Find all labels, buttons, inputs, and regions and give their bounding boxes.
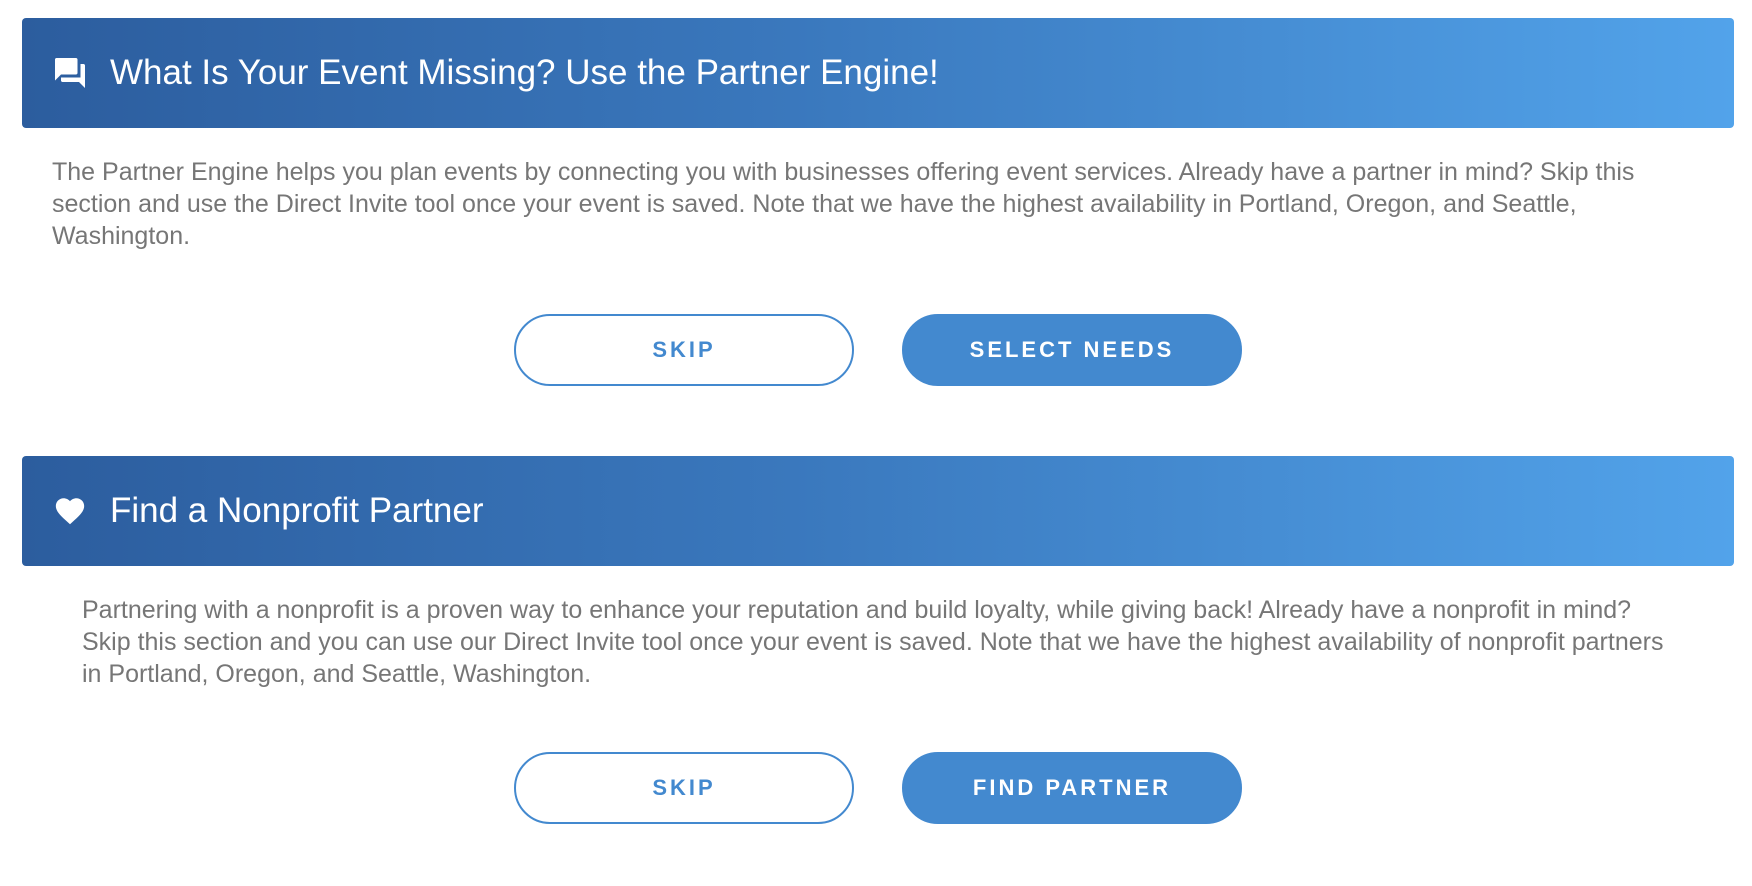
chat-bubbles-icon xyxy=(52,55,88,91)
partner-engine-header: What Is Your Event Missing? Use the Part… xyxy=(22,18,1734,128)
nonprofit-partner-description: Partnering with a nonprofit is a proven … xyxy=(82,596,1664,688)
partner-options-page: What Is Your Event Missing? Use the Part… xyxy=(0,0,1752,886)
partner-engine-title: What Is Your Event Missing? Use the Part… xyxy=(110,53,939,92)
skip-nonprofit-button[interactable]: SKIP xyxy=(514,752,854,824)
skip-partner-engine-button[interactable]: SKIP xyxy=(514,314,854,386)
nonprofit-partner-header: Find a Nonprofit Partner xyxy=(22,456,1734,566)
heart-icon xyxy=(52,493,88,529)
partner-engine-description: The Partner Engine helps you plan events… xyxy=(52,158,1635,250)
find-partner-button[interactable]: FIND PARTNER xyxy=(902,752,1242,824)
select-needs-button[interactable]: SELECT NEEDS xyxy=(902,314,1242,386)
nonprofit-partner-title: Find a Nonprofit Partner xyxy=(110,491,484,530)
